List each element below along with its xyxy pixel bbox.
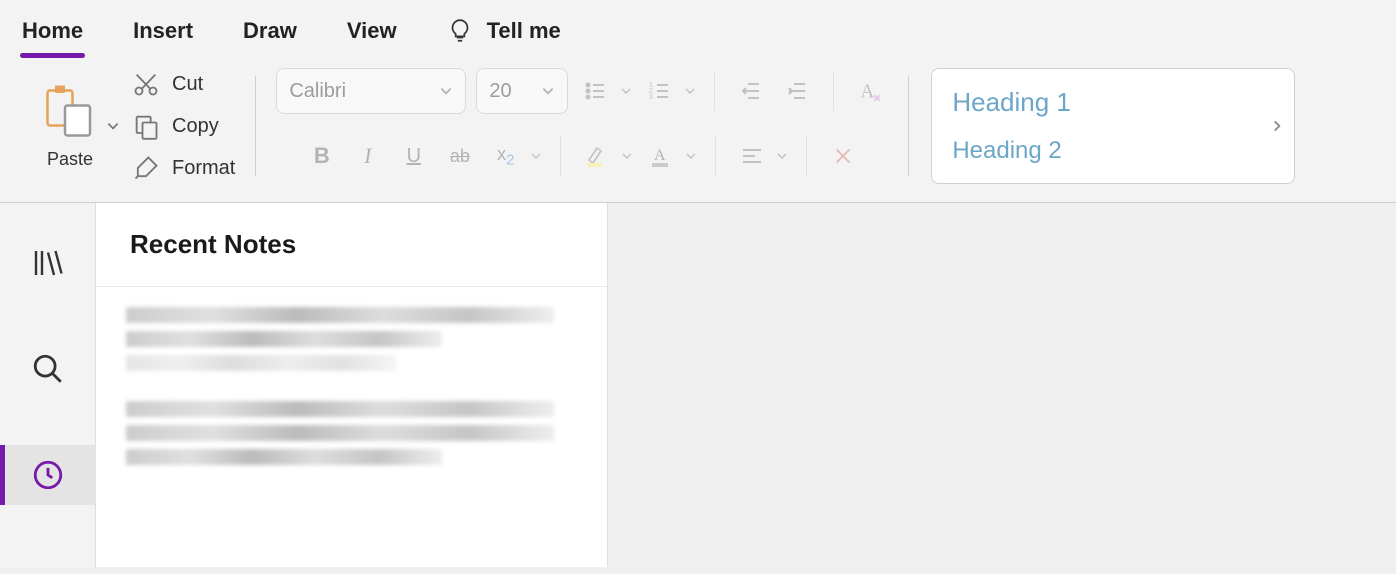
redacted-text bbox=[126, 425, 554, 441]
font-size-select[interactable]: 20 bbox=[476, 68, 568, 114]
tab-tell-me[interactable]: Tell me bbox=[447, 18, 561, 44]
tell-me-label: Tell me bbox=[487, 18, 561, 44]
tab-home[interactable]: Home bbox=[22, 18, 83, 44]
clear-formatting-button[interactable]: A bbox=[852, 73, 888, 109]
separator bbox=[908, 76, 909, 176]
format-label: Format bbox=[172, 157, 235, 180]
format-painter-icon bbox=[132, 154, 160, 182]
scissors-icon bbox=[132, 70, 160, 98]
tab-insert[interactable]: Insert bbox=[133, 18, 193, 44]
numbered-list-icon: 123 bbox=[648, 79, 672, 103]
outdent-button[interactable] bbox=[733, 73, 769, 109]
style-heading-1[interactable]: Heading 1 bbox=[952, 87, 1274, 118]
copy-icon bbox=[132, 112, 160, 140]
clipboard-group: Paste Cut Copy Format bbox=[22, 68, 253, 184]
strikethrough-icon: ab bbox=[450, 146, 470, 167]
clock-icon bbox=[31, 458, 65, 492]
cut-button[interactable]: Cut bbox=[132, 70, 235, 98]
format-painter-button[interactable]: Format bbox=[132, 154, 235, 182]
clear-formatting-icon: A bbox=[857, 78, 883, 104]
redacted-text bbox=[126, 307, 554, 323]
italic-button[interactable]: I bbox=[350, 138, 386, 174]
ribbon-tabs: Home Insert Draw View Tell me bbox=[0, 0, 1396, 56]
chevron-down-icon[interactable] bbox=[684, 85, 696, 97]
highlight-icon bbox=[585, 144, 609, 168]
redacted-text bbox=[126, 355, 397, 371]
font-family-select[interactable]: Calibri bbox=[276, 68, 466, 114]
chevron-right-icon[interactable] bbox=[1270, 119, 1284, 133]
main-area: Recent Notes bbox=[0, 203, 1396, 567]
note-canvas[interactable] bbox=[608, 203, 1396, 567]
books-icon bbox=[30, 245, 66, 281]
redacted-text bbox=[126, 401, 554, 417]
font-color-icon: A bbox=[649, 144, 673, 168]
strikethrough-button[interactable]: ab bbox=[442, 138, 478, 174]
underline-button[interactable]: U bbox=[396, 138, 432, 174]
chevron-down-icon[interactable] bbox=[776, 150, 788, 162]
cut-label: Cut bbox=[172, 73, 203, 96]
nav-recent[interactable] bbox=[0, 445, 96, 505]
tab-draw[interactable]: Draw bbox=[243, 18, 297, 44]
bold-button[interactable]: B bbox=[304, 138, 340, 174]
x-icon bbox=[832, 145, 854, 167]
redacted-text bbox=[126, 331, 442, 347]
bullet-list-icon bbox=[584, 79, 608, 103]
paste-icon bbox=[40, 83, 100, 143]
font-family-value: Calibri bbox=[289, 80, 346, 103]
bullet-list-button[interactable] bbox=[578, 73, 614, 109]
bold-icon: B bbox=[314, 143, 330, 169]
chevron-down-icon bbox=[439, 84, 453, 98]
subscript-icon: x2 bbox=[497, 144, 514, 169]
list-item[interactable] bbox=[126, 401, 577, 465]
underline-icon: U bbox=[407, 145, 421, 168]
subscript-button[interactable]: x2 bbox=[488, 138, 524, 174]
outdent-icon bbox=[739, 79, 763, 103]
chevron-down-icon[interactable] bbox=[621, 150, 633, 162]
paste-button[interactable]: Paste bbox=[40, 83, 100, 170]
search-icon bbox=[31, 352, 65, 386]
clipboard-actions: Cut Copy Format bbox=[132, 70, 235, 182]
indent-icon bbox=[785, 79, 809, 103]
numbered-list-button[interactable]: 123 bbox=[642, 73, 678, 109]
redacted-text bbox=[126, 449, 442, 465]
nav-rail bbox=[0, 203, 96, 567]
highlight-button[interactable] bbox=[579, 138, 615, 174]
delete-button[interactable] bbox=[825, 138, 861, 174]
styles-gallery[interactable]: Heading 1 Heading 2 bbox=[931, 68, 1295, 184]
chevron-down-icon[interactable] bbox=[685, 150, 697, 162]
paste-label: Paste bbox=[47, 149, 93, 170]
paste-dropdown-icon[interactable] bbox=[106, 119, 120, 133]
ribbon: Paste Cut Copy Format Calibri bbox=[0, 56, 1396, 203]
chevron-down-icon[interactable] bbox=[620, 85, 632, 97]
nav-notebooks[interactable] bbox=[0, 233, 96, 293]
note-list bbox=[96, 287, 607, 485]
chevron-down-icon bbox=[541, 84, 555, 98]
align-left-icon bbox=[740, 144, 764, 168]
nav-search[interactable] bbox=[0, 339, 96, 399]
svg-text:A: A bbox=[654, 147, 666, 164]
separator bbox=[255, 76, 256, 176]
copy-button[interactable]: Copy bbox=[132, 112, 235, 140]
indent-button[interactable] bbox=[779, 73, 815, 109]
list-item[interactable] bbox=[126, 307, 577, 371]
italic-icon: I bbox=[364, 143, 371, 169]
copy-label: Copy bbox=[172, 115, 219, 138]
font-group: Calibri 20 123 bbox=[258, 68, 906, 184]
panel-title: Recent Notes bbox=[96, 203, 607, 287]
chevron-down-icon[interactable] bbox=[530, 150, 542, 162]
style-heading-2[interactable]: Heading 2 bbox=[952, 137, 1274, 165]
align-button[interactable] bbox=[734, 138, 770, 174]
svg-text:3: 3 bbox=[649, 94, 653, 101]
tab-view[interactable]: View bbox=[347, 18, 397, 44]
svg-text:A: A bbox=[861, 82, 875, 103]
lightbulb-icon bbox=[447, 18, 473, 44]
recent-notes-panel: Recent Notes bbox=[96, 203, 608, 567]
font-color-button[interactable]: A bbox=[643, 138, 679, 174]
font-size-value: 20 bbox=[489, 80, 511, 103]
